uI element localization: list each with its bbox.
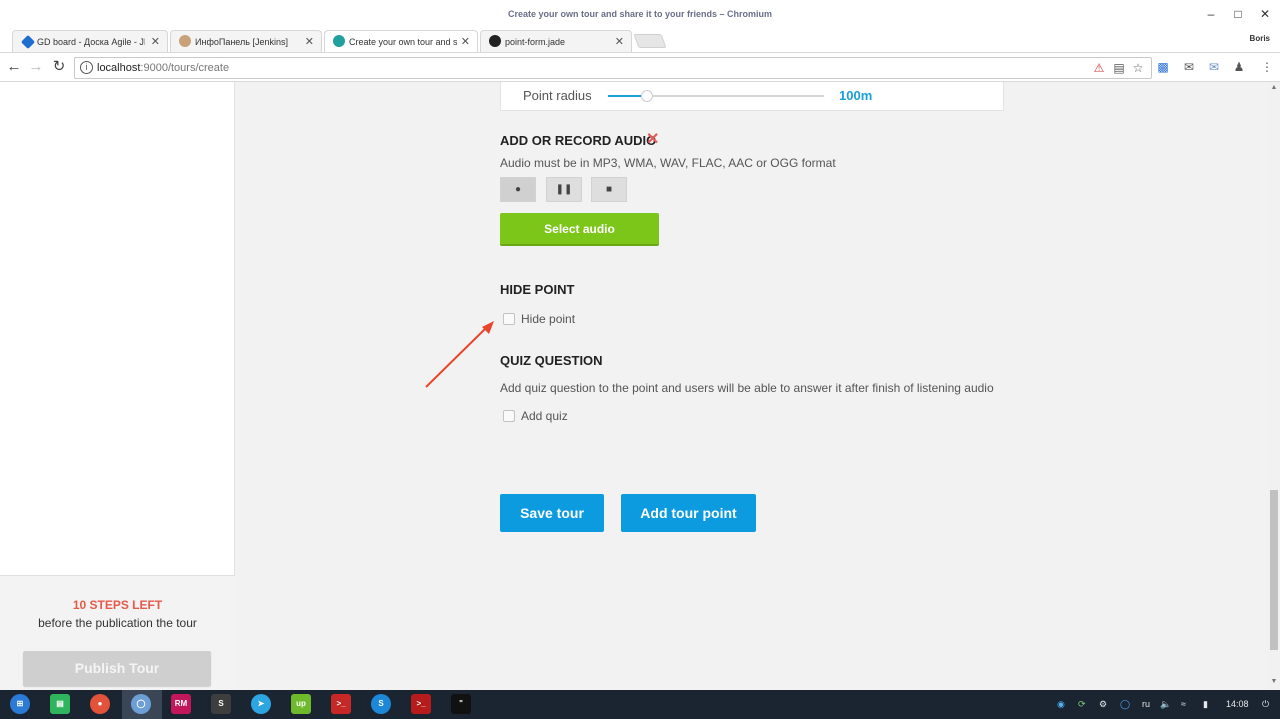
tab-create-tour[interactable]: Create your own tour and sha ✕	[324, 30, 478, 52]
stop-icon[interactable]: ■	[591, 177, 627, 202]
tab-label: point-form.jade	[505, 37, 566, 47]
network-globe-tray-icon[interactable]: ◯	[1120, 690, 1130, 719]
point-radius-card: Point radius 100m	[500, 82, 1004, 111]
reload-icon[interactable]: ↻	[50, 58, 68, 76]
incognito-ext-icon[interactable]: ♟	[1231, 59, 1247, 75]
browser-toolbar: ← → ↻ i localhost:9000/tours/create ⚠ ▤ …	[0, 52, 1280, 82]
point-radius-label: Point radius	[523, 88, 592, 103]
close-window-icon[interactable]: ✕	[1256, 6, 1274, 22]
publish-tour-button[interactable]: Publish Tour	[23, 651, 211, 686]
blocked-popup-icon[interactable]: ⚠	[1091, 60, 1107, 76]
steps-left-caption: before the publication the tour	[38, 616, 197, 630]
inbox-ext-icon[interactable]: ✉	[1206, 59, 1222, 75]
hide-point-checkbox[interactable]	[503, 313, 515, 325]
start-menu-icon[interactable]: ⊞	[10, 694, 30, 714]
tab-label: ИнфоПанель [Jenkins]	[195, 37, 288, 47]
slack-icon[interactable]: S	[211, 694, 231, 714]
keyboard-layout[interactable]: ru	[1142, 690, 1150, 719]
mail-ext-icon[interactable]: ✉	[1181, 59, 1197, 75]
address-bar[interactable]: i localhost:9000/tours/create ⚠ ▤ ☆	[74, 57, 1152, 79]
file-manager-icon[interactable]: ▤	[50, 694, 70, 714]
os-taskbar: ⊞ ▤ ● ◯ RM S ➤ up >_ S >_ " ◉ ⟳ ⚙ ◯ ru 🔈…	[0, 690, 1280, 719]
scroll-thumb[interactable]	[1270, 490, 1278, 650]
github-favicon-icon	[489, 35, 501, 47]
page-content: 10 STEPS LEFT before the publication the…	[0, 82, 1280, 690]
battery-icon[interactable]: ▮	[1203, 690, 1208, 719]
menu-kebab-icon[interactable]: ⋮	[1259, 59, 1275, 75]
window-titlebar: Create your own tour and share it to you…	[0, 0, 1280, 28]
jenkins-favicon-icon	[179, 35, 191, 47]
settings-tray-icon[interactable]: ⚙	[1099, 690, 1107, 719]
terminal-icon[interactable]: >_	[331, 694, 351, 714]
sidebar: 10 STEPS LEFT before the publication the…	[0, 82, 235, 690]
url-text[interactable]: localhost:9000/tours/create	[97, 62, 229, 74]
quiz-hint: Add quiz question to the point and users…	[500, 381, 994, 395]
translate-icon[interactable]: ▤	[1111, 60, 1127, 76]
tab-point-form[interactable]: point-form.jade ✕	[480, 30, 632, 52]
point-radius-slider[interactable]	[608, 90, 824, 102]
steps-left-counter: 10 STEPS LEFT	[72, 598, 163, 612]
add-quiz-label[interactable]: Add quiz	[521, 409, 568, 423]
scroll-down-icon[interactable]: ▼	[1270, 678, 1278, 685]
annotation-arrow-icon	[425, 321, 494, 388]
upwork-icon[interactable]: up	[291, 694, 311, 714]
wifi-icon[interactable]: ≈	[1181, 690, 1186, 719]
hide-point-title: HIDE POINT	[500, 282, 575, 297]
google-translate-ext-icon[interactable]: ▩	[1155, 59, 1171, 75]
power-icon[interactable]: ⏻	[1262, 690, 1269, 719]
jetbrains-icon[interactable]: "	[451, 694, 471, 714]
bookmark-star-icon[interactable]: ☆	[1130, 60, 1146, 76]
audio-format-hint: Audio must be in MP3, WMA, WAV, FLAC, AA…	[500, 156, 836, 170]
jira-favicon-icon	[20, 34, 36, 50]
publish-panel: 10 STEPS LEFT before the publication the…	[0, 575, 235, 690]
pause-icon[interactable]: ❚❚	[546, 177, 582, 202]
record-microphone-icon[interactable]: ●	[500, 177, 536, 202]
quiz-section-title: QUIZ QUESTION	[500, 353, 603, 368]
slider-thumb[interactable]	[640, 90, 653, 102]
tab-label: GD board - Доска Agile - JIR	[37, 37, 145, 47]
hide-point-label[interactable]: Hide point	[521, 312, 575, 326]
profile-name[interactable]: Boris	[1250, 34, 1270, 43]
tab-close-icon[interactable]: ✕	[151, 35, 160, 48]
screen-recorder-icon[interactable]: ●	[90, 694, 110, 714]
rubymine-icon[interactable]: RM	[171, 694, 191, 714]
telegram-icon[interactable]: ➤	[251, 694, 271, 714]
skype-tray-icon[interactable]: ◉	[1057, 690, 1065, 719]
window-title: Create your own tour and share it to you…	[507, 9, 773, 19]
tab-gd-board[interactable]: GD board - Доска Agile - JIR ✕	[12, 30, 168, 52]
tab-label: Create your own tour and sha	[349, 37, 457, 47]
tab-jenkins[interactable]: ИнфоПанель [Jenkins] ✕	[170, 30, 322, 52]
page-scrollbar[interactable]: ▲ ▼	[1268, 82, 1280, 690]
terminal-2-icon[interactable]: >_	[411, 694, 431, 714]
add-quiz-checkbox[interactable]	[503, 410, 515, 422]
minimize-icon[interactable]: –	[1202, 6, 1220, 22]
volume-icon[interactable]: 🔈	[1160, 690, 1171, 719]
info-icon[interactable]: i	[80, 61, 93, 74]
remove-audio-icon[interactable]: ✕	[646, 132, 659, 148]
tab-close-icon[interactable]: ✕	[615, 35, 624, 48]
maximize-icon[interactable]: □	[1229, 6, 1247, 22]
tour-favicon-icon	[333, 35, 345, 47]
clock[interactable]: 14:08	[1226, 690, 1249, 719]
add-tour-point-button[interactable]: Add tour point	[621, 494, 756, 532]
select-audio-button[interactable]: Select audio	[500, 213, 659, 246]
point-radius-value: 100m	[839, 88, 873, 103]
tab-close-icon[interactable]: ✕	[305, 35, 314, 48]
sync-tray-icon[interactable]: ⟳	[1078, 690, 1086, 719]
tab-close-icon[interactable]: ✕	[461, 35, 470, 48]
scroll-up-icon[interactable]: ▲	[1270, 84, 1278, 91]
save-tour-button[interactable]: Save tour	[500, 494, 604, 532]
skype-icon[interactable]: S	[371, 694, 391, 714]
new-tab-button[interactable]	[633, 34, 667, 48]
chromium-icon[interactable]: ◯	[131, 694, 151, 714]
audio-section-title: ADD OR RECORD AUDIO	[500, 133, 657, 148]
forward-icon[interactable]: →	[27, 58, 45, 76]
back-icon[interactable]: ←	[5, 58, 23, 76]
